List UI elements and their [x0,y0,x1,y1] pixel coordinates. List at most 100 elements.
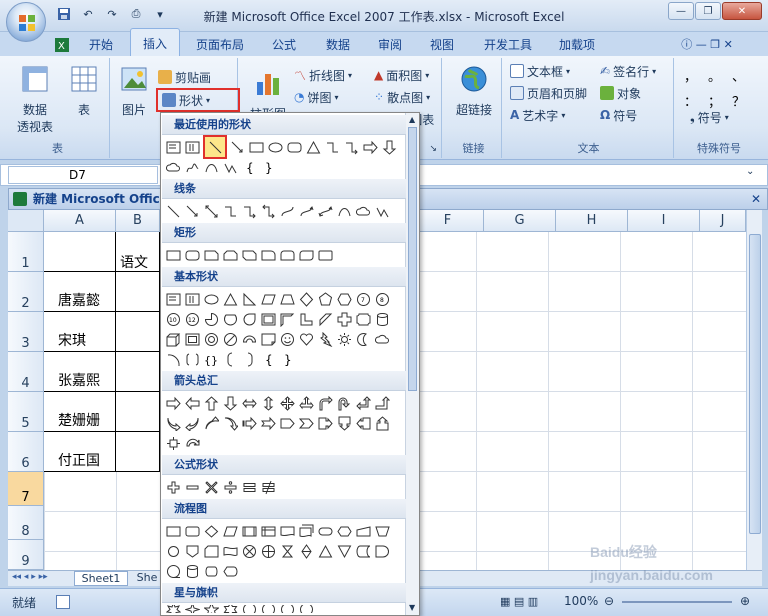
shapes-button[interactable]: 形状 ▾ [156,88,240,112]
customize-qat-icon[interactable]: ▾ [152,6,168,22]
tab-data[interactable]: 数据 [316,34,360,56]
zoom-in-icon[interactable]: ⊕ [740,594,750,608]
elbow-arrow-shape-icon[interactable] [241,203,258,220]
scroll-down-icon[interactable]: ▼ [409,603,415,612]
data-shape-icon[interactable] [222,523,239,540]
cell-B5[interactable] [116,392,160,432]
cloud-shape-icon[interactable] [165,159,182,176]
row-header[interactable]: 1 [8,232,44,272]
process-shape-icon[interactable] [165,523,182,540]
scroll-up-icon[interactable]: ▲ [409,115,415,124]
row-header[interactable]: 3 [8,312,44,352]
punched-tape-shape-icon[interactable] [222,543,239,560]
plus-shape-icon[interactable] [336,311,353,328]
double-brace-shape-icon[interactable]: {} [203,351,220,368]
manual-operation-shape-icon[interactable] [374,523,391,540]
multiply-equation-icon[interactable] [203,479,220,496]
left-right-up-arrow-shape-icon[interactable] [298,395,315,412]
quad-arrow-shape-icon[interactable] [279,395,296,412]
row-header[interactable]: 5 [8,392,44,432]
left-arrow-shape-icon[interactable] [184,395,201,412]
rounded-rectangle-shape-icon[interactable] [286,139,303,156]
bevel-shape-icon[interactable] [184,331,201,348]
parallelogram-shape-icon[interactable] [260,291,277,308]
cell-A5[interactable]: 楚姗姗 [44,392,116,432]
star-10-shape-icon[interactable] [279,605,296,613]
sheet-nav-icons[interactable]: ◂◂ ◂ ▸ ▸▸ [12,572,48,582]
clipart-button[interactable]: 剪贴画 [158,68,211,86]
heart-shape-icon[interactable] [298,331,315,348]
star-12-shape-icon[interactable] [298,605,315,613]
divide-equation-icon[interactable] [222,479,239,496]
area-chart-button[interactable]: ▲ 面积图 ▾ [374,66,429,84]
diagonal-stripe-shape-icon[interactable] [317,311,334,328]
right-arrow-shape-icon[interactable] [165,395,182,412]
zoom-level[interactable]: 100% [564,594,598,608]
save-icon[interactable] [56,6,72,22]
not-equal-equation-icon[interactable] [260,479,277,496]
predefined-process-shape-icon[interactable] [241,523,258,540]
special-symbols-button[interactable]: ❟ 符号 ▾ [690,108,729,126]
dropdown-scroll-thumb[interactable] [408,127,417,391]
sheet-tab-1[interactable]: Sheet1 [74,571,128,586]
sort-shape-icon[interactable] [298,543,315,560]
curved-left-arrow-shape-icon[interactable] [184,415,201,432]
line-chart-button[interactable]: 〽折线图 ▾ [294,66,352,84]
tab-review[interactable]: 审阅 [370,34,410,56]
cell-B1[interactable]: 语文 [116,232,160,272]
signature-button[interactable]: ✍ 签名行 ▾ [600,62,656,80]
l-shape-icon[interactable] [298,311,315,328]
tab-home[interactable]: 开始 [80,34,122,56]
internal-storage-shape-icon[interactable] [260,523,277,540]
curved-right-arrow-shape-icon[interactable] [165,415,182,432]
smiley-face-shape-icon[interactable] [279,331,296,348]
minimize-button[interactable]: — [668,2,694,20]
plaque-shape-icon[interactable] [355,311,372,328]
circular-arrow-shape-icon[interactable] [184,435,201,452]
column-header[interactable]: F [412,210,484,232]
object-button[interactable]: 对象 [600,84,641,102]
decision-shape-icon[interactable] [203,523,220,540]
tab-insert[interactable]: 插入 [130,28,180,56]
view-buttons[interactable]: ▦ ▤ ▥ [500,595,538,608]
pie-chart-button[interactable]: ◔ 饼图 ▾ [294,88,339,106]
up-arrow-callout-shape-icon[interactable] [374,415,391,432]
textbox-shape-icon[interactable] [165,291,182,308]
column-header[interactable]: J [700,210,746,232]
up-down-arrow-shape-icon[interactable] [260,395,277,412]
sun-shape-icon[interactable] [336,331,353,348]
minimize-ribbon-icon[interactable]: — [696,38,707,51]
cell-A2[interactable]: 唐嘉懿 [44,272,116,312]
row-header[interactable]: 8 [8,506,44,540]
left-arrow-callout-shape-icon[interactable] [355,415,372,432]
double-bracket-shape-icon[interactable] [184,351,201,368]
summing-junction-shape-icon[interactable] [241,543,258,560]
terminator-shape-icon[interactable] [317,523,334,540]
donut-shape-icon[interactable] [203,331,220,348]
scroll-thumb[interactable] [749,234,761,534]
wordart-button[interactable]: A 艺术字 ▾ [510,106,565,124]
help-icon[interactable]: ⓘ [681,38,692,51]
left-brace-shape-icon[interactable]: { [260,351,277,368]
star-7-shape-icon[interactable] [241,605,258,613]
row-header[interactable]: 9 [8,540,44,570]
restore-button[interactable]: ❐ [695,2,721,20]
octagon-shape-icon[interactable]: 8 [374,291,391,308]
curved-double-arrow-shape-icon[interactable] [317,203,334,220]
can-shape-icon[interactable] [374,311,391,328]
striped-right-arrow-shape-icon[interactable] [241,415,258,432]
vertical-scrollbar[interactable] [746,210,762,570]
header-footer-button[interactable]: 页眉和页脚 [510,84,587,102]
half-frame-shape-icon[interactable] [279,311,296,328]
cube-shape-icon[interactable] [165,331,182,348]
delay-shape-icon[interactable] [374,543,391,560]
tab-page-layout[interactable]: 页面布局 [188,34,252,56]
right-brace-shape-icon[interactable]: } [279,351,296,368]
right-arrow-shape-icon[interactable] [362,139,379,156]
symbol-char[interactable]: ， [684,66,708,85]
dropdown-scrollbar[interactable]: ▲ ▼ [405,113,419,615]
chevron-shape-icon[interactable] [298,415,315,432]
table-button[interactable]: 表 [66,64,102,118]
pivot-table-button[interactable]: 数据 透视表 [12,64,58,135]
moon-shape-icon[interactable] [355,331,372,348]
